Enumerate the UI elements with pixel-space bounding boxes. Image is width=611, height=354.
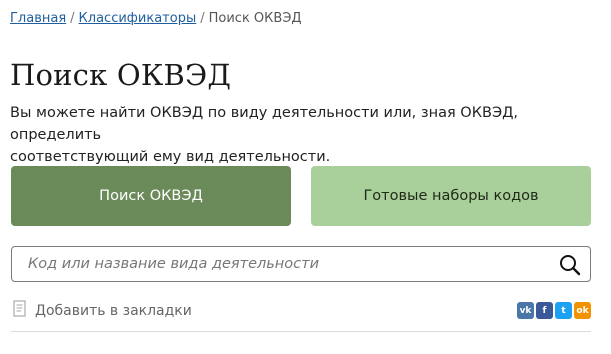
share-buttons: vk f t ok xyxy=(517,302,591,319)
page-description: Вы можете найти ОКВЭД по виду деятельнос… xyxy=(10,102,605,168)
breadcrumb-separator: / xyxy=(200,11,205,26)
breadcrumb-classifiers-link[interactable]: Классификаторы xyxy=(79,11,197,26)
page-description-line: Вы можете найти ОКВЭД по виду деятельнос… xyxy=(10,105,519,143)
breadcrumb: Главная / Классификаторы / Поиск ОКВЭД xyxy=(10,11,302,26)
odnoklassniki-share-icon[interactable]: ok xyxy=(574,302,591,319)
bookmark-icon xyxy=(12,300,35,322)
search-icon[interactable] xyxy=(558,253,582,277)
breadcrumb-separator: / xyxy=(70,11,75,26)
divider xyxy=(11,331,591,332)
breadcrumb-current: Поиск ОКВЭД xyxy=(208,11,302,26)
search-box xyxy=(11,246,591,282)
page-description-line: соответствующий ему вид деятельности. xyxy=(10,149,331,165)
page-title: Поиск ОКВЭД xyxy=(10,58,232,92)
vk-share-icon[interactable]: vk xyxy=(517,302,534,319)
twitter-share-icon[interactable]: t xyxy=(555,302,572,319)
add-bookmark-label: Добавить в закладки xyxy=(35,303,192,319)
breadcrumb-home-link[interactable]: Главная xyxy=(10,11,66,26)
tab-okved-search-button[interactable]: Поиск ОКВЭД xyxy=(11,166,291,226)
search-input[interactable] xyxy=(12,247,552,281)
add-bookmark-link[interactable]: Добавить в закладки xyxy=(12,300,192,322)
tab-code-sets-button[interactable]: Готовые наборы кодов xyxy=(311,166,591,226)
facebook-share-icon[interactable]: f xyxy=(536,302,553,319)
